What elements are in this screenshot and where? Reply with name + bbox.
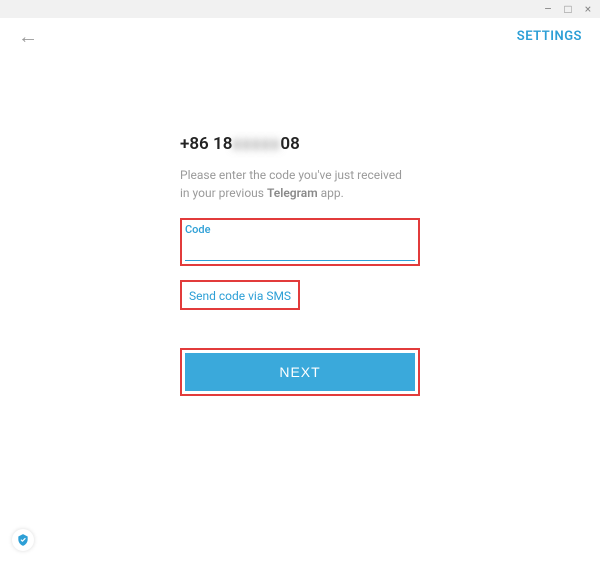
next-button[interactable]: NEXT (185, 353, 415, 391)
verification-panel: +86 18xxxxx08 Please enter the code you'… (180, 134, 420, 396)
window-titlebar: – □ × (0, 0, 600, 18)
instruction-line2b: app. (318, 186, 344, 200)
code-input[interactable] (185, 238, 415, 261)
phone-number-display: +86 18xxxxx08 (180, 134, 420, 154)
phone-prefix: +86 18 (180, 134, 232, 154)
settings-link[interactable]: SETTINGS (517, 29, 582, 44)
sms-link-highlight: Send code via SMS (180, 280, 300, 310)
minimize-button[interactable]: – (542, 2, 554, 16)
shield-icon (12, 529, 34, 551)
next-button-highlight: NEXT (180, 348, 420, 396)
maximize-button[interactable]: □ (562, 2, 574, 16)
code-field: Code (185, 223, 415, 261)
top-bar: ← SETTINGS (0, 18, 600, 54)
code-input-highlight: Code (180, 218, 420, 266)
code-label: Code (185, 223, 415, 236)
phone-suffix: 08 (280, 134, 299, 154)
send-sms-link[interactable]: Send code via SMS (185, 287, 295, 305)
close-button[interactable]: × (582, 2, 594, 16)
instruction-appname: Telegram (267, 186, 318, 200)
instruction-text: Please enter the code you've just receiv… (180, 166, 420, 202)
instruction-line1: Please enter the code you've just receiv… (180, 168, 402, 182)
phone-hidden: xxxxx (232, 134, 280, 154)
back-arrow-icon[interactable]: ← (18, 26, 38, 46)
instruction-line2a: in your previous (180, 186, 267, 200)
